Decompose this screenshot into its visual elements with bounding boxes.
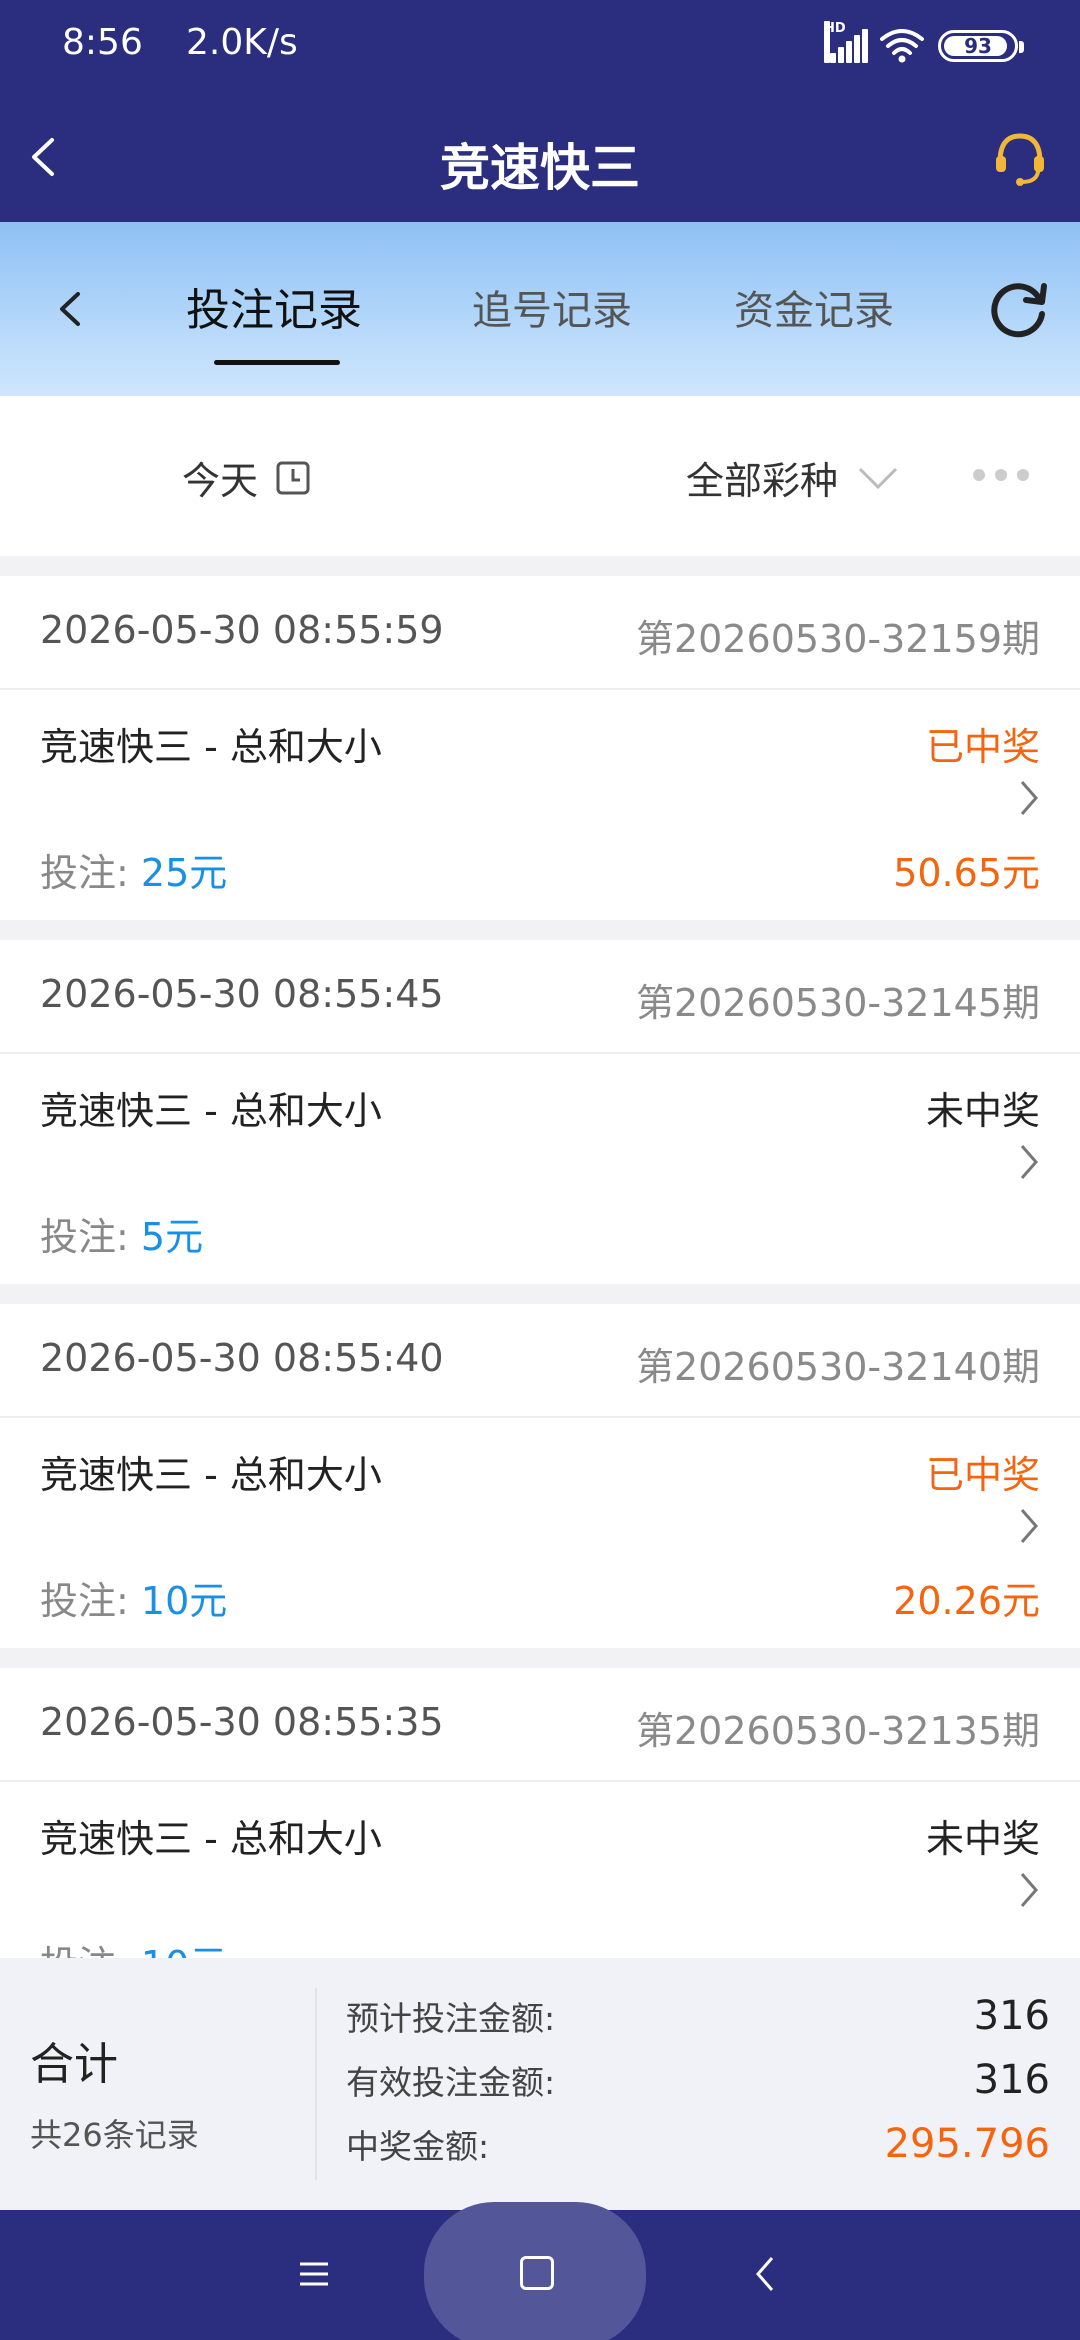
status-net-speed: 2.0K/s [186, 22, 298, 63]
record-game: 竞速快三 - 总和大小 [40, 1089, 382, 1133]
record-time: 2026-05-30 08:55:40 [40, 1336, 444, 1380]
cell-signal-icon: HD [824, 21, 868, 63]
status-time: 8:56 [62, 22, 143, 63]
game-filter[interactable]: 全部彩种 [686, 450, 900, 505]
record-item[interactable]: 2026-05-30 08:55:35 第20260530-32135期 竞速快… [0, 1668, 1080, 1958]
record-bet-label: 投注: [40, 1579, 141, 1623]
status-indicators: HD 93 [824, 21, 1024, 66]
active-tab-indicator [214, 360, 340, 365]
record-header: 2026-05-30 08:55:35 第20260530-32135期 [0, 1668, 1080, 1782]
record-status: 未中奖 [925, 1089, 1040, 1133]
record-bet: 投注: 10元 [40, 1934, 227, 1958]
record-bet-amount: 25元 [140, 851, 228, 895]
record-header: 2026-05-30 08:55:45 第20260530-32145期 [0, 940, 1080, 1054]
record-payout: 50.65元 [893, 851, 1040, 895]
summary-total: 合计 共26条记录 [0, 1958, 316, 2210]
date-filter[interactable]: 今天 [182, 450, 310, 505]
battery-icon: 93 [938, 30, 1024, 62]
battery-level: 93 [964, 34, 992, 58]
record-bet-amount: 10元 [141, 1943, 227, 1958]
record-bet-label: 投注: [40, 1943, 141, 1958]
chevron-right-icon[interactable] [1018, 1142, 1040, 1182]
record-status: 未中奖 [925, 1817, 1040, 1861]
status-bar: 8:56 2.0K/s HD 93 [0, 0, 1080, 92]
record-body: 竞速快三 - 总和大小 已中奖 投注: 25元 50.65元 [0, 690, 1080, 920]
nav-back-icon[interactable] [754, 2254, 776, 2294]
record-issue: 第20260530-32145期 [635, 981, 1040, 1025]
record-time: 2026-05-30 08:55:45 [40, 972, 444, 1016]
record-item[interactable]: 2026-05-30 08:55:45 第20260530-32145期 竞速快… [0, 940, 1080, 1284]
record-time: 2026-05-30 08:55:59 [40, 608, 444, 652]
bet-records-list: 2026-05-30 08:55:59 第20260530-32159期 竞速快… [0, 576, 1080, 1958]
record-bet-label: 投注: [40, 851, 141, 895]
menu-icon[interactable] [298, 2258, 330, 2290]
summary-value: 295.796 [884, 2121, 1050, 2167]
page-title: 竞速快三 [440, 139, 640, 197]
chevron-down-icon [858, 467, 898, 489]
record-bet-amount: 10元 [140, 1579, 228, 1623]
record-issue: 第20260530-32140期 [635, 1345, 1040, 1389]
summary-label: 有效投注金额: [346, 2063, 556, 2102]
record-item[interactable]: 2026-05-30 08:55:59 第20260530-32159期 竞速快… [0, 576, 1080, 920]
date-filter-label: 今天 [182, 459, 259, 503]
chevron-right-icon[interactable] [1018, 1506, 1040, 1546]
system-nav-bar [0, 2202, 1080, 2340]
record-time: 2026-05-30 08:55:35 [40, 1700, 444, 1744]
record-game: 竞速快三 - 总和大小 [40, 725, 382, 769]
game-filter-label: 全部彩种 [686, 459, 839, 503]
summary-label: 预计投注金额: [346, 1999, 556, 2038]
record-bet-label: 投注: [40, 1215, 141, 1259]
record-body: 竞速快三 - 总和大小 未中奖 投注: 10元 [0, 1782, 1080, 1958]
record-tabs: 投注记录 追号记录 资金记录 [0, 222, 1080, 396]
home-icon[interactable] [520, 2256, 554, 2290]
headset-icon[interactable] [990, 128, 1050, 188]
chevron-right-icon[interactable] [1018, 778, 1040, 818]
summary-title: 合计 [30, 2039, 118, 2090]
filter-bar: 今天 全部彩种 [0, 396, 1080, 556]
summary-row-winnings: 中奖金额: 295.796 [346, 2120, 1050, 2168]
refresh-icon[interactable] [986, 274, 1054, 342]
record-body: 竞速快三 - 总和大小 未中奖 投注: 5元 [0, 1054, 1080, 1284]
record-header: 2026-05-30 08:55:40 第20260530-32140期 [0, 1304, 1080, 1418]
clock-icon [276, 461, 310, 494]
record-bet: 投注: 5元 [40, 1206, 203, 1261]
tab-chase-records[interactable]: 追号记录 [472, 278, 632, 336]
more-dots-icon[interactable] [972, 468, 1030, 482]
record-header: 2026-05-30 08:55:59 第20260530-32159期 [0, 576, 1080, 690]
record-payout: 20.26元 [893, 1579, 1040, 1623]
summary-panel: 合计 共26条记录 预计投注金额: 316 有效投注金额: 316 中奖金额: … [0, 1958, 1080, 2210]
record-game: 竞速快三 - 总和大小 [40, 1453, 382, 1497]
record-game: 竞速快三 - 总和大小 [40, 1817, 382, 1861]
tab-fund-records[interactable]: 资金记录 [734, 278, 894, 336]
record-bet-amount: 5元 [140, 1215, 204, 1259]
title-bar: 竞速快三 [0, 92, 1080, 222]
wifi-icon [880, 29, 924, 63]
summary-value: 316 [973, 2057, 1050, 2103]
record-item[interactable]: 2026-05-30 08:55:40 第20260530-32140期 竞速快… [0, 1304, 1080, 1648]
tab-back-icon[interactable] [52, 284, 88, 334]
tab-bet-records[interactable]: 投注记录 [186, 274, 362, 338]
summary-count: 共26条记录 [30, 2116, 199, 2154]
summary-row-valid-bet: 有效投注金额: 316 [346, 2056, 1050, 2104]
record-body: 竞速快三 - 总和大小 已中奖 投注: 10元 20.26元 [0, 1418, 1080, 1648]
summary-divider [315, 1988, 317, 2180]
chevron-right-icon[interactable] [1018, 1870, 1040, 1910]
app-header: 8:56 2.0K/s HD 93 竞速快三 [0, 0, 1080, 222]
record-issue: 第20260530-32159期 [635, 617, 1040, 661]
record-status: 已中奖 [925, 725, 1040, 769]
record-issue: 第20260530-32135期 [635, 1709, 1040, 1753]
record-bet: 投注: 10元 [40, 1570, 227, 1625]
summary-value: 316 [973, 1993, 1050, 2039]
record-bet: 投注: 25元 [40, 842, 227, 897]
summary-row-expected-bet: 预计投注金额: 316 [346, 1992, 1050, 2040]
record-status: 已中奖 [925, 1453, 1040, 1497]
summary-label: 中奖金额: [346, 2127, 490, 2166]
